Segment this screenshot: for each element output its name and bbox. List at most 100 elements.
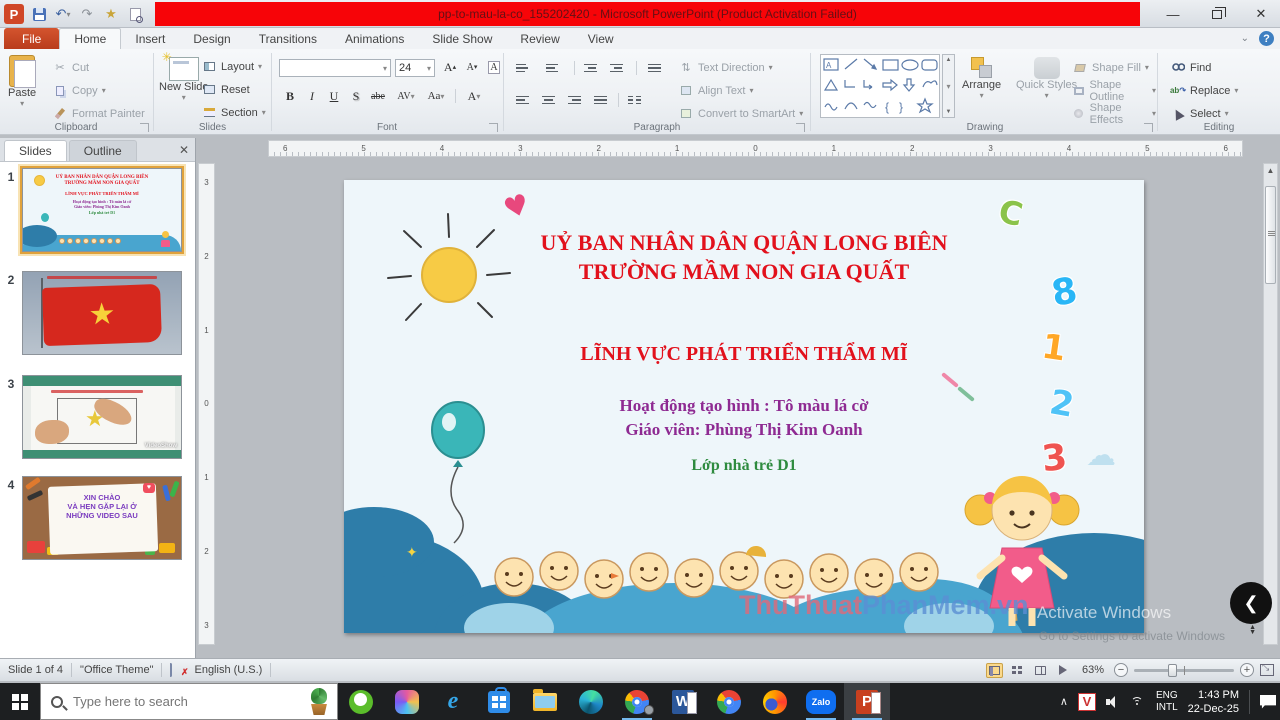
tab-insert[interactable]: Insert (121, 28, 179, 49)
minimize-button[interactable]: — (1162, 7, 1184, 22)
clipboard-dialog-launcher[interactable] (140, 123, 149, 132)
taskbar-powerpoint[interactable]: P (844, 683, 890, 720)
cupcake-icon[interactable] (307, 688, 331, 716)
bold-button[interactable]: B (281, 87, 299, 105)
tab-file[interactable]: File (4, 28, 59, 49)
replace-button[interactable]: ab↷ Replace▾ (1170, 80, 1238, 101)
tab-design[interactable]: Design (179, 28, 244, 49)
save-icon[interactable] (30, 5, 48, 23)
copy-button[interactable]: Copy▾ (52, 80, 106, 101)
unikey-icon[interactable]: V (1078, 693, 1096, 711)
vertical-scrollbar[interactable]: ▲ (1263, 163, 1278, 645)
tab-transitions[interactable]: Transitions (245, 28, 331, 49)
close-pane-icon[interactable]: ✕ (179, 143, 189, 157)
zoom-out-button[interactable]: − (1114, 663, 1128, 677)
tab-outline-pane[interactable]: Outline (69, 140, 137, 161)
tab-view[interactable]: View (574, 28, 628, 49)
restore-button[interactable] (1206, 7, 1228, 22)
slide-subject-line[interactable]: LĨNH VỰC PHÁT TRIỂN THẨM MĨ (344, 343, 1144, 366)
find-button[interactable]: Find (1170, 57, 1211, 78)
help-icon[interactable]: ? (1259, 31, 1274, 46)
change-case-button[interactable]: Aa▾ (427, 87, 445, 105)
paste-button[interactable]: Paste▾ (8, 55, 36, 108)
slide-title-line2[interactable]: TRƯỜNG MẦM NON GIA QUẤT (344, 259, 1144, 285)
zoom-slider[interactable] (1134, 669, 1234, 672)
slide-thumbnail-1[interactable]: 1 UỶ BAN NHÂN DÂN QUẬN LONG BIÊNTRƯỜNG M… (0, 168, 196, 252)
action-center-icon[interactable] (1260, 695, 1276, 709)
bullets-button[interactable] (514, 59, 534, 77)
search-input[interactable] (73, 694, 263, 709)
font-color-button[interactable]: A▾ (465, 87, 483, 105)
taskbar-store[interactable] (476, 683, 522, 720)
undo-icon[interactable]: ↶▾ (54, 5, 72, 23)
taskbar-zalo[interactable]: Zalo (798, 683, 844, 720)
cut-button[interactable]: ✂Cut (52, 57, 89, 78)
taskbar-copilot[interactable] (384, 683, 430, 720)
shape-gallery[interactable]: A { (820, 54, 940, 118)
theme-name[interactable]: "Office Theme" (80, 664, 153, 676)
network-icon[interactable] (1130, 696, 1146, 708)
reset-button[interactable]: Reset (201, 79, 250, 100)
shape-effects-button[interactable]: Shape Effects▾ (1072, 103, 1156, 124)
powerpoint-app-icon[interactable]: P (4, 4, 24, 24)
horizontal-ruler[interactable]: 654 321 012 345 6 (268, 140, 1243, 157)
spellcheck-icon[interactable]: ✗ (170, 664, 186, 676)
volume-icon[interactable] (1106, 695, 1120, 709)
scrollbar-thumb[interactable] (1265, 186, 1276, 284)
slide-title-line1[interactable]: UỶ BAN NHÂN DÂN QUẬN LONG BIÊN (344, 230, 1144, 256)
quick-styles-button[interactable]: Quick Styles▾ (1016, 57, 1077, 100)
character-spacing-button[interactable]: AV▾ (397, 87, 415, 105)
tab-home[interactable]: Home (59, 28, 121, 49)
taskbar-internet-explorer[interactable]: e (430, 683, 476, 720)
fit-to-window-button[interactable] (1260, 664, 1274, 676)
zoom-level[interactable]: 63% (1082, 664, 1104, 676)
section-button[interactable]: Section▾ (201, 102, 266, 123)
taskbar-edge[interactable] (568, 683, 614, 720)
align-center-button[interactable] (540, 91, 560, 109)
decrease-indent-button[interactable] (582, 59, 602, 77)
slide-canvas[interactable]: ♥ UỶ BAN NHÂN DÂN QUẬN LONG BIÊN TRƯỜNG … (344, 180, 1144, 633)
text-shadow-button[interactable]: S (347, 87, 365, 105)
paragraph-dialog-launcher[interactable] (796, 123, 805, 132)
grow-font-button[interactable]: A▴ (441, 58, 459, 76)
start-button[interactable] (0, 683, 40, 720)
shape-fill-button[interactable]: Shape Fill▾ (1072, 57, 1149, 78)
redo-icon[interactable]: ↷ (78, 5, 96, 23)
language-indicator[interactable]: English (U.S.) (194, 664, 262, 676)
format-painter-button[interactable]: Format Painter (52, 103, 145, 124)
increase-indent-button[interactable] (608, 59, 628, 77)
line-spacing-button[interactable] (646, 59, 666, 77)
clock[interactable]: 1:43 PM22-Dec-25 (1188, 688, 1239, 716)
align-right-button[interactable] (566, 91, 586, 109)
taskbar-word[interactable]: W (660, 683, 706, 720)
vertical-ruler[interactable]: 321 012 3 (198, 163, 215, 645)
font-name-combobox[interactable]: ▾ (279, 59, 391, 77)
tab-slides-pane[interactable]: Slides (4, 140, 67, 161)
italic-button[interactable]: I (303, 87, 321, 105)
zoom-in-button[interactable]: + (1240, 663, 1254, 677)
text-direction-button[interactable]: ⇅Text Direction▾ (678, 57, 773, 78)
justify-button[interactable] (592, 91, 612, 109)
zoom-slider-thumb[interactable] (1168, 664, 1177, 677)
layout-button[interactable]: Layout▾ (201, 56, 262, 77)
taskbar-chrome-active[interactable] (614, 683, 660, 720)
taskbar-firefox[interactable] (752, 683, 798, 720)
font-dialog-launcher[interactable] (489, 123, 498, 132)
align-left-button[interactable] (514, 91, 534, 109)
slideshow-view-icon[interactable] (1055, 663, 1072, 678)
taskbar-search[interactable] (40, 683, 338, 720)
tab-animations[interactable]: Animations (331, 28, 418, 49)
font-size-combobox[interactable]: 24▾ (395, 59, 435, 77)
taskbar-file-explorer[interactable] (522, 683, 568, 720)
slide-thumbnail-3[interactable]: 3 ★ VideoShow (0, 375, 196, 459)
close-button[interactable]: ✕ (1250, 6, 1272, 22)
recorder-resize-arrows[interactable]: ▲▼ (1249, 625, 1256, 635)
convert-smartart-button[interactable]: Convert to SmartArt▾ (678, 103, 803, 124)
recorder-overlay-button[interactable]: ❮ (1230, 582, 1272, 624)
language-switcher[interactable]: ENGINTL (1156, 690, 1178, 714)
taskbar-chrome[interactable] (706, 683, 752, 720)
numbering-button[interactable] (544, 59, 564, 77)
shape-gallery-scrollbar[interactable]: ▲▾▼ (942, 54, 955, 118)
collapse-ribbon-icon[interactable]: ⌄ (1241, 33, 1249, 44)
reading-view-icon[interactable] (1032, 663, 1049, 678)
